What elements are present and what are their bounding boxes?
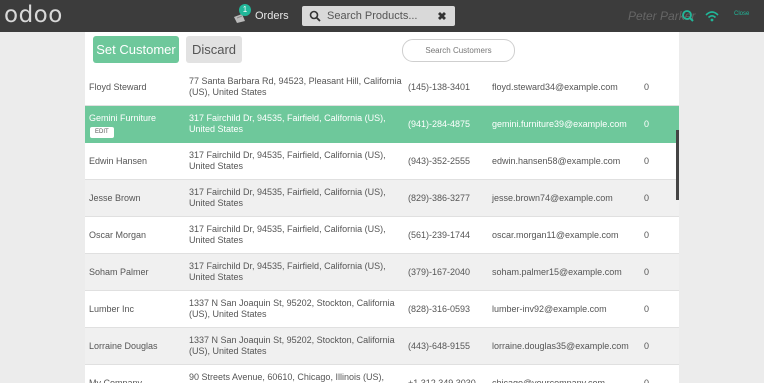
customer-email: soham.palmer15@example.com xyxy=(492,266,622,277)
lock-icon[interactable] xyxy=(681,9,695,23)
customer-email: jesse.brown74@example.com xyxy=(492,192,613,203)
customer-name: Jesse Brown xyxy=(89,192,141,203)
edit-customer-button[interactable]: EDIT xyxy=(90,127,114,138)
customer-credit: 0 xyxy=(644,229,650,240)
customer-name: Soham Palmer xyxy=(89,266,149,277)
odoo-logo: odoo xyxy=(4,2,63,28)
customer-row[interactable]: Jesse Brown 317 Fairchild Dr, 94535, Fai… xyxy=(85,180,679,217)
customer-address: 90 Streets Avenue, 60610, Chicago, Illin… xyxy=(189,372,384,382)
customer-address: 1337 N San Joaquin St, 95202, Stockton, … xyxy=(189,335,395,356)
customer-row[interactable]: Edwin Hansen 317 Fairchild Dr, 94535, Fa… xyxy=(85,143,679,180)
list-scrollbar[interactable] xyxy=(676,130,679,200)
orders-label: Orders xyxy=(255,10,289,22)
customer-row-selected[interactable]: Gemini Furniture EDIT 317 Fairchild Dr, … xyxy=(85,106,679,143)
customer-email: floyd.steward34@example.com xyxy=(492,81,618,92)
customer-table: Floyd Steward 77 Santa Barbara Rd, 94523… xyxy=(85,69,679,383)
top-bar: odoo 1 Orders Search Products... ✖ Peter… xyxy=(0,0,764,32)
customer-name: Lumber Inc xyxy=(89,303,135,314)
customer-list-panel: Set Customer Discard Search Customers Fl… xyxy=(85,32,679,383)
customer-name: Lorraine Douglas xyxy=(89,340,158,351)
customer-credit: 0 xyxy=(644,155,650,166)
customer-address: 317 Fairchild Dr, 94535, Fairfield, Cali… xyxy=(189,187,386,208)
customer-email: edwin.hansen58@example.com xyxy=(492,155,621,166)
customer-email: chicago@yourcompany.com xyxy=(492,377,606,383)
customer-row[interactable]: Lorraine Douglas 1337 N San Joaquin St, … xyxy=(85,328,679,365)
customer-address: 317 Fairchild Dr, 94535, Fairfield, Cali… xyxy=(189,113,386,134)
customer-address: 317 Fairchild Dr, 94535, Fairfield, Cali… xyxy=(189,224,386,245)
customer-email: lorraine.douglas35@example.com xyxy=(492,340,629,351)
customer-row[interactable]: My Company 90 Streets Avenue, 60610, Chi… xyxy=(85,365,679,383)
product-search-input[interactable]: Search Products... ✖ xyxy=(302,6,455,26)
customer-credit: 0 xyxy=(644,340,650,351)
set-customer-button[interactable]: Set Customer xyxy=(93,36,179,63)
wifi-icon xyxy=(705,11,719,22)
customer-row[interactable]: Oscar Morgan 317 Fairchild Dr, 94535, Fa… xyxy=(85,217,679,254)
customer-credit: 0 xyxy=(644,192,650,203)
customer-name: My Company xyxy=(89,377,143,383)
customer-address: 317 Fairchild Dr, 94535, Fairfield, Cali… xyxy=(189,261,386,282)
customer-row[interactable]: Floyd Steward 77 Santa Barbara Rd, 94523… xyxy=(85,69,679,106)
customer-address: 317 Fairchild Dr, 94535, Fairfield, Cali… xyxy=(189,150,386,171)
customer-row[interactable]: Lumber Inc 1337 N San Joaquin St, 95202,… xyxy=(85,291,679,328)
discard-button[interactable]: Discard xyxy=(186,36,242,63)
customer-credit: 0 xyxy=(644,377,650,383)
customer-email: lumber-inv92@example.com xyxy=(492,303,607,314)
customer-search-input[interactable]: Search Customers xyxy=(402,39,515,62)
cart-icon: 1 xyxy=(233,4,253,24)
customer-credit: 0 xyxy=(644,118,650,129)
clear-icon[interactable]: ✖ xyxy=(435,10,449,23)
orders-count-badge: 1 xyxy=(239,4,251,16)
close-button[interactable]: Close xyxy=(734,11,749,17)
customer-credit: 0 xyxy=(644,266,650,277)
customer-row[interactable]: Soham Palmer 317 Fairchild Dr, 94535, Fa… xyxy=(85,254,679,291)
customer-address: 77 Santa Barbara Rd, 94523, Pleasant Hil… xyxy=(189,76,402,97)
customer-name: Floyd Steward xyxy=(89,81,147,92)
orders-button[interactable]: 1 Orders xyxy=(233,4,289,25)
customer-credit: 0 xyxy=(644,303,650,314)
customer-credit: 0 xyxy=(644,81,650,92)
customer-name: Oscar Morgan xyxy=(89,229,147,240)
customer-address: 1337 N San Joaquin St, 95202, Stockton, … xyxy=(189,298,395,319)
customer-name: Edwin Hansen xyxy=(89,155,148,166)
search-icon xyxy=(309,10,321,22)
product-search-placeholder: Search Products... xyxy=(327,10,418,22)
customer-email: gemini.furniture39@example.com xyxy=(492,118,627,129)
customer-email: oscar.morgan11@example.com xyxy=(492,229,619,240)
